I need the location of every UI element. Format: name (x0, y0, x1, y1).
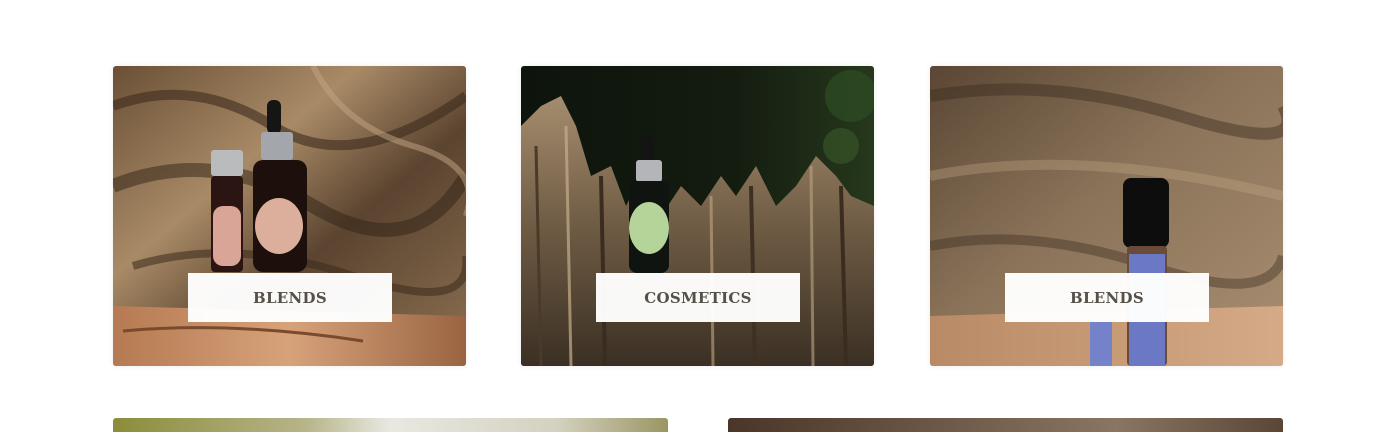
category-label-box[interactable]: BLENDS (188, 273, 392, 322)
category-image-partial-right (728, 418, 1283, 432)
category-grid: BLENDS COSMETICS BLENDS (0, 0, 1389, 432)
category-label[interactable]: COSMETICS (644, 289, 752, 307)
category-card-cosmetics[interactable]: COSMETICS (521, 66, 874, 366)
category-card-partial-right[interactable] (728, 418, 1283, 432)
category-image-partial-left (113, 418, 668, 432)
category-label[interactable]: BLENDS (1070, 289, 1144, 307)
category-card-blends[interactable]: BLENDS (113, 66, 466, 366)
category-label-box[interactable]: BLENDS (1005, 273, 1209, 322)
category-label[interactable]: BLENDS (253, 289, 327, 307)
category-card-blends-2[interactable]: BLENDS (930, 66, 1283, 366)
category-label-box[interactable]: COSMETICS (596, 273, 800, 322)
category-card-partial-left[interactable] (113, 418, 668, 432)
